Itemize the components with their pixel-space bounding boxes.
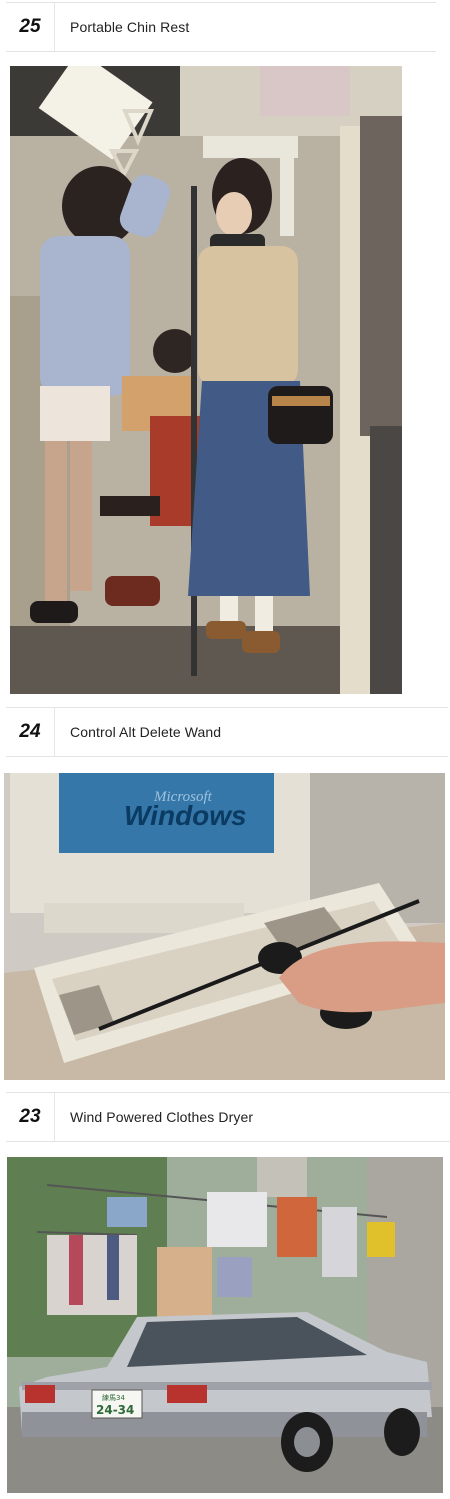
photo-control-alt-delete-wand: Microsoft Windows bbox=[4, 773, 445, 1080]
license-plate-number: 24-34 bbox=[96, 1403, 134, 1417]
entry-title: Control Alt Delete Wand bbox=[70, 724, 222, 740]
photo-wind-powered-clothes-dryer: 練馬34 24-34 bbox=[7, 1157, 443, 1493]
entry-number: 25 bbox=[6, 3, 55, 51]
entry-title: Wind Powered Clothes Dryer bbox=[70, 1109, 254, 1125]
entry-header-25: 25 Portable Chin Rest bbox=[6, 2, 436, 52]
entry-number: 23 bbox=[6, 1093, 55, 1141]
entry-header-23: 23 Wind Powered Clothes Dryer bbox=[6, 1092, 450, 1142]
entry-header-24: 24 Control Alt Delete Wand bbox=[6, 707, 448, 757]
photo-portable-chin-rest bbox=[10, 66, 402, 694]
entry-title: Portable Chin Rest bbox=[70, 19, 190, 35]
monitor-windows-text: Windows bbox=[124, 800, 247, 831]
license-plate-small: 練馬34 bbox=[102, 1393, 125, 1402]
entry-number: 24 bbox=[6, 708, 55, 756]
